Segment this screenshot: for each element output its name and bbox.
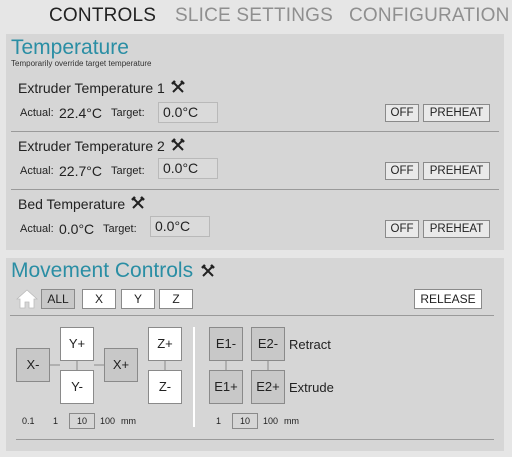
home-y-button[interactable]: Y [121, 289, 155, 309]
home-z-button[interactable]: Z [159, 289, 193, 309]
z-minus-button[interactable]: Z- [148, 370, 182, 404]
step-100[interactable]: 100 [100, 416, 115, 426]
preheat-button[interactable]: PREHEAT [423, 220, 490, 238]
target-input[interactable]: 0.0°C [158, 158, 218, 179]
separator [193, 327, 195, 427]
target-input[interactable]: 0.0°C [158, 102, 218, 123]
connector [94, 364, 104, 366]
off-button[interactable]: OFF [385, 220, 419, 238]
divider [16, 439, 494, 440]
divider [10, 315, 494, 316]
e1-minus-button[interactable]: E1- [209, 327, 243, 361]
actual-label: Actual: [20, 223, 54, 235]
home-all-button[interactable]: ALL [41, 289, 75, 309]
step-0-1[interactable]: 0.1 [22, 416, 35, 426]
movement-title-label: Movement Controls [11, 259, 194, 282]
movement-panel: Movement Controls ALL X Y Z RELEASE Y+ Y… [6, 258, 504, 451]
preheat-button[interactable]: PREHEAT [423, 162, 490, 180]
tab-slice-settings[interactable]: SLICE SETTINGS [175, 5, 333, 27]
heater-name-label: Extruder Temperature 1 [18, 80, 165, 96]
step-unit: mm [121, 416, 136, 426]
actual-value: 22.7°C [59, 163, 102, 179]
tools-icon[interactable] [201, 260, 215, 277]
temperature-panel: Temperature Temporarily override target … [6, 34, 504, 250]
e2-plus-button[interactable]: E2+ [251, 370, 285, 404]
heater-extruder-1: Extruder Temperature 1 Actual: 22.4°C Ta… [11, 74, 499, 132]
tab-bar: CONTROLS SLICE SETTINGS CONFIGURATION [0, 0, 512, 32]
e-step-10-selected[interactable]: 10 [232, 413, 258, 429]
e-step-1[interactable]: 1 [216, 416, 221, 426]
target-input[interactable]: 0.0°C [150, 216, 210, 237]
e2-minus-button[interactable]: E2- [251, 327, 285, 361]
actual-value: 22.4°C [59, 105, 102, 121]
e1-plus-button[interactable]: E1+ [209, 370, 243, 404]
actual-value: 0.0°C [59, 221, 95, 237]
target-label: Target: [111, 165, 145, 177]
temperature-subtitle: Temporarily override target temperature [11, 59, 152, 68]
retract-label: Retract [289, 337, 331, 352]
step-10-selected[interactable]: 10 [69, 413, 95, 429]
x-plus-button[interactable]: X+ [104, 348, 138, 382]
temperature-title: Temperature [11, 36, 129, 59]
y-minus-button[interactable]: Y- [60, 370, 94, 404]
actual-label: Actual: [20, 107, 54, 119]
home-icon[interactable] [15, 289, 39, 309]
step-1[interactable]: 1 [53, 416, 58, 426]
extrude-label: Extrude [289, 380, 334, 395]
heater-name: Extruder Temperature 1 [18, 80, 185, 96]
off-button[interactable]: OFF [385, 162, 419, 180]
tab-controls[interactable]: CONTROLS [49, 5, 156, 27]
target-label: Target: [111, 107, 145, 119]
heater-name: Bed Temperature [18, 196, 145, 212]
movement-title: Movement Controls [11, 259, 215, 283]
e-step-unit: mm [284, 416, 299, 426]
preheat-button[interactable]: PREHEAT [423, 104, 490, 122]
home-x-button[interactable]: X [82, 289, 116, 309]
heater-name-label: Extruder Temperature 2 [18, 138, 165, 154]
tools-icon[interactable] [170, 138, 185, 152]
heater-extruder-2: Extruder Temperature 2 Actual: 22.7°C Ta… [11, 132, 499, 190]
heater-bed: Bed Temperature Actual: 0.0°C Target: 0.… [11, 190, 499, 248]
actual-label: Actual: [20, 165, 54, 177]
e-step-100[interactable]: 100 [263, 416, 278, 426]
y-plus-button[interactable]: Y+ [60, 327, 94, 361]
tools-icon[interactable] [170, 80, 185, 94]
tools-icon[interactable] [131, 196, 145, 210]
x-minus-button[interactable]: X- [16, 348, 50, 382]
heater-name: Extruder Temperature 2 [18, 138, 185, 154]
target-label: Target: [103, 223, 137, 235]
release-button[interactable]: RELEASE [414, 289, 482, 309]
z-plus-button[interactable]: Z+ [148, 327, 182, 361]
tab-configuration[interactable]: CONFIGURATION [349, 5, 510, 27]
off-button[interactable]: OFF [385, 104, 419, 122]
connector [50, 364, 60, 366]
heater-name-label: Bed Temperature [18, 196, 126, 212]
